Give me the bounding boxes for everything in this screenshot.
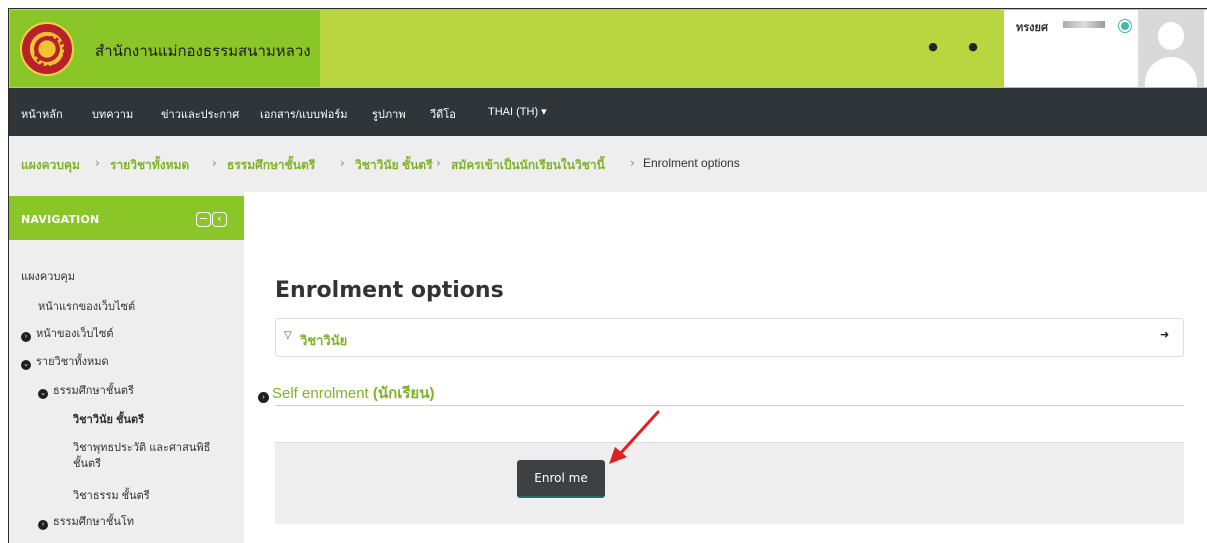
notification-bell-icon[interactable]: ● (926, 40, 940, 54)
enrolment-role: (นักเรียน) (372, 385, 435, 402)
chevron-right-icon: › (436, 156, 441, 170)
sidebar-category-intermediate[interactable]: › ธรรมศึกษาชั้นโท (38, 512, 134, 530)
course-summary-card: ▽ วิชาวินัย ➜ (275, 318, 1184, 357)
user-menu[interactable]: ทรงยศ (1004, 10, 1207, 87)
sign-in-icon[interactable]: ➜ (1160, 329, 1172, 341)
sidebar-category-basic-label: ธรรมศึกษาชั้นตรี (53, 385, 134, 397)
sidebar-course-dhamma[interactable]: วิชาธรรม ชั้นตรี (73, 486, 150, 504)
breadcrumb-current-page: Enrolment options (643, 156, 740, 170)
breadcrumb-enrol[interactable]: สมัครเข้าเป็นนักเรียนในวิชานี้ (451, 156, 605, 175)
navigation-title: NAVIGATION (21, 213, 100, 226)
messages-icon[interactable]: ● (966, 40, 980, 54)
expand-right-icon: › (258, 392, 269, 403)
site-name: สำนักงานแม่กองธรรมสนามหลวง (95, 43, 311, 60)
nav-photos[interactable]: รูปภาพ (372, 105, 406, 123)
organization-logo (20, 22, 74, 76)
language-label: THAI (TH) (488, 106, 539, 118)
red-annotation-arrow (609, 410, 660, 464)
sidebar-category-basic[interactable]: ⌄ ธรรมศึกษาชั้นตรี (38, 381, 134, 399)
redacted-user-surname (1063, 21, 1105, 28)
user-status-icon (1119, 20, 1131, 32)
expand-down-icon: ⌄ (38, 389, 48, 399)
enrolment-method-heading[interactable]: › Self enrolment (นักเรียน) (258, 381, 434, 405)
chevron-right-icon: › (630, 156, 635, 170)
sidebar-category-intermediate-label: ธรรมศึกษาชั้นโท (53, 516, 134, 528)
sidebar-dashboard[interactable]: แผงควบคุม (21, 267, 75, 285)
expand-down-icon: ⌄ (21, 360, 31, 370)
breadcrumb-course-category[interactable]: ธรรมศึกษาชั้นตรี (227, 156, 315, 175)
breadcrumb-course[interactable]: วิชาวินัย ชั้นตรี (355, 156, 433, 175)
sidebar-current-course[interactable]: วิชาวินัย ชั้นตรี (73, 410, 144, 428)
breadcrumb: แผงควบคุม › รายวิชาทั้งหมด › ธรรมศึกษาชั… (9, 136, 1207, 192)
navigation-block-header: NAVIGATION − ‹ (9, 196, 244, 240)
nav-videos[interactable]: วีดีโอ (430, 105, 456, 123)
chevron-right-icon: › (95, 156, 100, 170)
nav-documents[interactable]: เอกสาร/แบบฟอร์ม (260, 105, 348, 123)
expand-right-icon: › (38, 520, 48, 530)
user-avatar[interactable] (1138, 10, 1204, 87)
sidebar-course-history-level: ชั้นตรี (73, 458, 102, 470)
chevron-right-icon: › (212, 156, 217, 170)
expand-right-icon: › (21, 332, 31, 342)
sidebar-site-home[interactable]: หน้าแรกของเว็บไซต์ (38, 297, 135, 315)
dock-block-icon[interactable]: ‹ (212, 212, 227, 227)
breadcrumb-all-courses[interactable]: รายวิชาทั้งหมด (110, 156, 189, 175)
course-link[interactable]: วิชาวินัย (300, 330, 347, 351)
nav-articles[interactable]: บทความ (92, 105, 133, 123)
primary-navigation: หน้าหลัก บทความ ข่าวและประกาศ เอกสาร/แบบ… (9, 88, 1207, 136)
sidebar-site-pages[interactable]: › หน้าของเว็บไซต์ (21, 324, 114, 342)
navigation-sidebar: NAVIGATION − ‹ แผงควบคุม หน้าแรกของเว็บไ… (9, 192, 244, 543)
enrolment-method: Self enrolment (272, 385, 369, 402)
user-name: ทรงยศ (1016, 22, 1048, 34)
language-selector[interactable]: THAI (TH) ▾ (488, 105, 547, 118)
section-divider (275, 405, 1184, 406)
app-window: สำนักงานแม่กองธรรมสนามหลวง ● ● ทรงยศ หน้… (8, 8, 1207, 543)
collapse-block-icon[interactable]: − (196, 212, 211, 227)
sidebar-site-pages-label: หน้าของเว็บไซต์ (36, 328, 114, 340)
chevron-down-icon: ▾ (541, 106, 547, 118)
nav-home[interactable]: หน้าหลัก (21, 105, 63, 123)
sidebar-all-courses-label: รายวิชาทั้งหมด (36, 356, 109, 368)
site-brand[interactable]: สำนักงานแม่กองธรรมสนามหลวง (10, 10, 320, 87)
enrol-me-button[interactable]: Enrol me (517, 460, 605, 498)
breadcrumb-dashboard[interactable]: แผงควบคุม (21, 156, 80, 175)
nav-news[interactable]: ข่าวและประกาศ (161, 105, 239, 123)
site-header: สำนักงานแม่กองธรรมสนามหลวง ● ● ทรงยศ (9, 9, 1207, 88)
page-title: Enrolment options (275, 278, 504, 303)
course-icon: ▽ (284, 330, 292, 341)
sidebar-all-courses[interactable]: ⌄ รายวิชาทั้งหมด (21, 352, 109, 370)
enrolment-panel: Enrol me (275, 442, 1184, 524)
chevron-right-icon: › (340, 156, 345, 170)
